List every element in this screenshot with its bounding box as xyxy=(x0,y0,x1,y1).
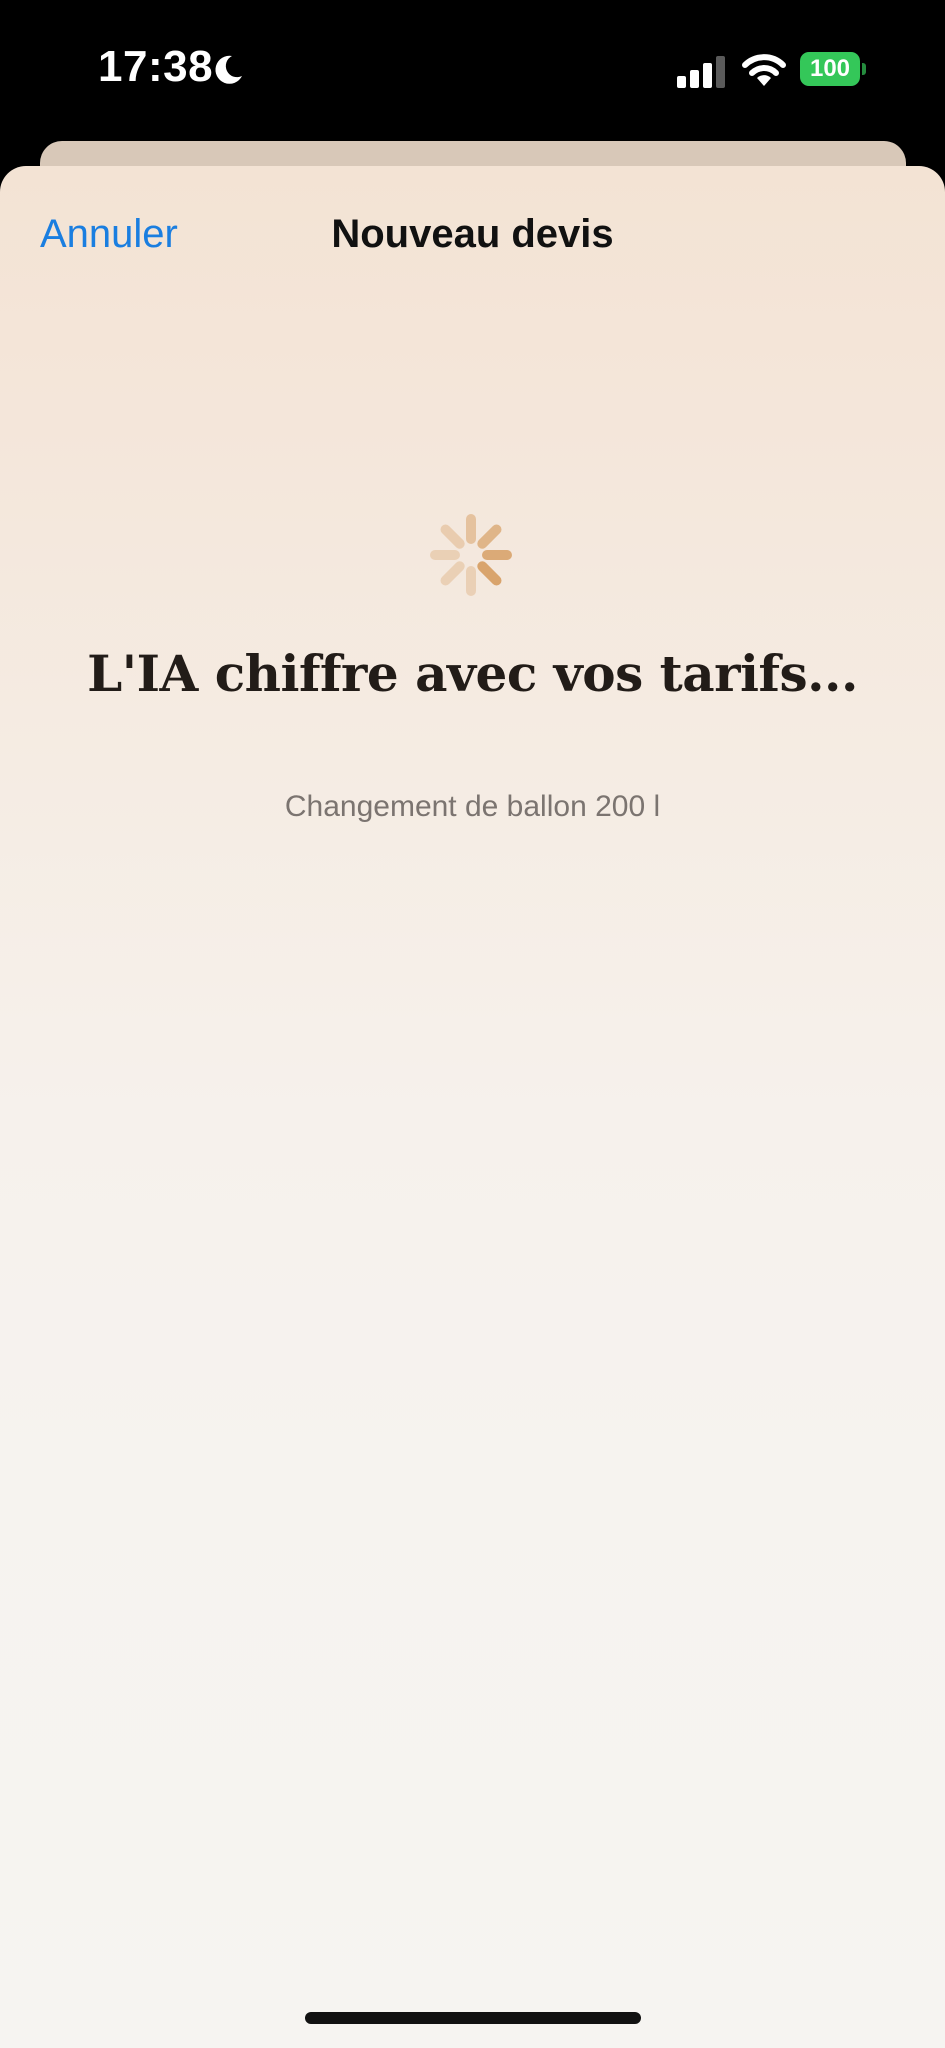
wifi-icon xyxy=(742,54,786,86)
loading-title: L'IA chiffre avec vos tarifs... xyxy=(87,644,858,703)
home-indicator[interactable] xyxy=(305,2012,641,2024)
battery-tip xyxy=(862,63,866,75)
battery-level: 100 xyxy=(800,52,860,86)
moon-icon xyxy=(215,55,242,84)
cellular-signal-icon xyxy=(677,56,725,88)
battery-icon: 100 xyxy=(800,52,866,86)
activity-spinner-icon xyxy=(430,514,512,596)
loading-subtitle: Changement de ballon 200 l xyxy=(284,790,661,823)
status-bar: 17:38 100 xyxy=(0,0,945,140)
status-time: 17:38 xyxy=(98,42,214,91)
new-quote-sheet: Annuler Nouveau devis L'IA chiffre avec … xyxy=(0,166,945,2048)
sheet-title: Nouveau devis xyxy=(331,212,614,256)
